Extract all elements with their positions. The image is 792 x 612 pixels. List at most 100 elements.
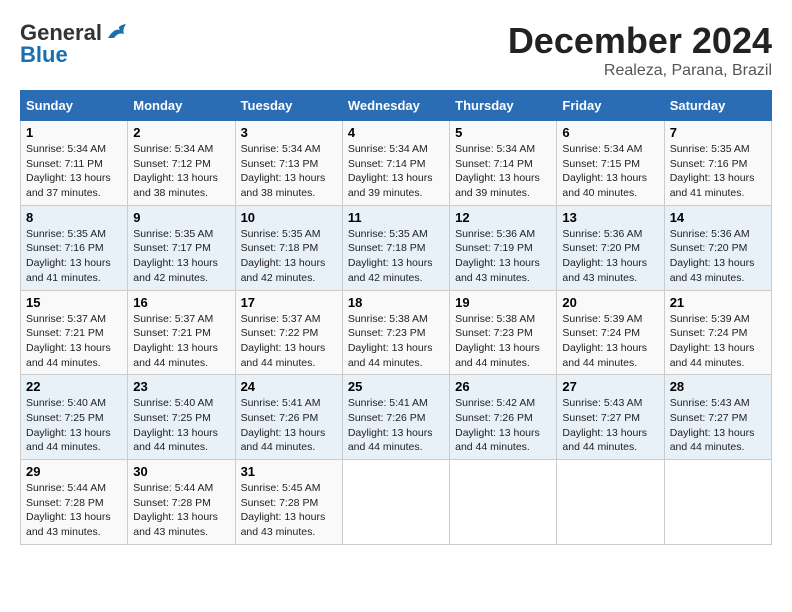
day-number: 19 [455,295,551,310]
table-row: 22 Sunrise: 5:40 AM Sunset: 7:25 PM Dayli… [21,375,128,460]
day-info: Sunrise: 5:40 AM Sunset: 7:25 PM Dayligh… [133,396,229,455]
table-row: 2Sunrise: 5:34 AM Sunset: 7:12 PM Daylig… [128,121,235,206]
column-header-friday: Friday [557,91,664,121]
day-number: 12 [455,210,551,225]
table-row: 15 Sunrise: 5:37 AM Sunset: 7:21 PM Dayli… [21,290,128,375]
day-number: 3 [241,125,337,140]
table-row: 30Sunrise: 5:44 AM Sunset: 7:28 PM Dayli… [128,460,235,545]
day-info: Sunrise: 5:36 AM Sunset: 7:20 PM Dayligh… [670,227,766,286]
location: Realeza, Parana, Brazil [508,62,772,80]
table-row [557,460,664,545]
table-row: 24 Sunrise: 5:41 AM Sunset: 7:26 PM Dayli… [235,375,342,460]
day-info: Sunrise: 5:44 AM Sunset: 7:28 PM Dayligh… [26,481,122,540]
day-number: 25 [348,379,444,394]
day-number: 23 [133,379,229,394]
column-header-monday: Monday [128,91,235,121]
day-info: Sunrise: 5:42 AM Sunset: 7:26 PM Dayligh… [455,396,551,455]
table-row: 8 Sunrise: 5:35 AM Sunset: 7:16 PM Daylig… [21,205,128,290]
day-info: Sunrise: 5:35 AM Sunset: 7:16 PM Dayligh… [26,227,122,286]
day-number: 9 [133,210,229,225]
day-info: Sunrise: 5:38 AM Sunset: 7:23 PM Dayligh… [348,312,444,371]
table-row: 3 Sunrise: 5:34 AM Sunset: 7:13 PM Daylig… [235,121,342,206]
day-info: Sunrise: 5:43 AM Sunset: 7:27 PM Dayligh… [562,396,658,455]
table-row: 13 Sunrise: 5:36 AM Sunset: 7:20 PM Dayli… [557,205,664,290]
column-header-thursday: Thursday [450,91,557,121]
week-row-1: 1 Sunrise: 5:34 AM Sunset: 7:11 PM Daylig… [21,121,772,206]
week-row-4: 22 Sunrise: 5:40 AM Sunset: 7:25 PM Dayli… [21,375,772,460]
table-row: 23 Sunrise: 5:40 AM Sunset: 7:25 PM Dayli… [128,375,235,460]
day-number: 1 [26,125,122,140]
header-row: SundayMondayTuesdayWednesdayThursdayFrid… [21,91,772,121]
day-number: 7 [670,125,766,140]
day-number: 4 [348,125,444,140]
day-info: Sunrise: 5:39 AM Sunset: 7:24 PM Dayligh… [562,312,658,371]
column-header-tuesday: Tuesday [235,91,342,121]
table-row [342,460,449,545]
month-title: December 2024 [508,20,772,62]
table-row: 29Sunrise: 5:44 AM Sunset: 7:28 PM Dayli… [21,460,128,545]
table-row: 4 Sunrise: 5:34 AM Sunset: 7:14 PM Daylig… [342,121,449,206]
table-row: 28 Sunrise: 5:43 AM Sunset: 7:27 PM Dayli… [664,375,771,460]
day-info: Sunrise: 5:34 AM Sunset: 7:14 PM Dayligh… [348,142,444,201]
table-row: 31 Sunrise: 5:45 AM Sunset: 7:28 PM Dayli… [235,460,342,545]
table-row: 17 Sunrise: 5:37 AM Sunset: 7:22 PM Dayli… [235,290,342,375]
calendar-table: SundayMondayTuesdayWednesdayThursdayFrid… [20,90,772,545]
day-info: Sunrise: 5:40 AM Sunset: 7:25 PM Dayligh… [26,396,122,455]
day-info: Sunrise: 5:41 AM Sunset: 7:26 PM Dayligh… [241,396,337,455]
day-number: 22 [26,379,122,394]
page-header: General Blue December 2024 Realeza, Para… [20,20,772,80]
table-row: 16Sunrise: 5:37 AM Sunset: 7:21 PM Dayli… [128,290,235,375]
day-number: 10 [241,210,337,225]
day-number: 24 [241,379,337,394]
table-row: 21 Sunrise: 5:39 AM Sunset: 7:24 PM Dayli… [664,290,771,375]
day-number: 8 [26,210,122,225]
day-number: 17 [241,295,337,310]
table-row: 25 Sunrise: 5:41 AM Sunset: 7:26 PM Dayli… [342,375,449,460]
day-info: Sunrise: 5:41 AM Sunset: 7:26 PM Dayligh… [348,396,444,455]
day-number: 6 [562,125,658,140]
table-row [450,460,557,545]
week-row-3: 15 Sunrise: 5:37 AM Sunset: 7:21 PM Dayli… [21,290,772,375]
day-number: 18 [348,295,444,310]
title-block: December 2024 Realeza, Parana, Brazil [508,20,772,80]
table-row: 6 Sunrise: 5:34 AM Sunset: 7:15 PM Daylig… [557,121,664,206]
day-info: Sunrise: 5:34 AM Sunset: 7:11 PM Dayligh… [26,142,122,201]
day-info: Sunrise: 5:34 AM Sunset: 7:13 PM Dayligh… [241,142,337,201]
table-row: 5Sunrise: 5:34 AM Sunset: 7:14 PM Daylig… [450,121,557,206]
day-info: Sunrise: 5:45 AM Sunset: 7:28 PM Dayligh… [241,481,337,540]
day-info: Sunrise: 5:34 AM Sunset: 7:12 PM Dayligh… [133,142,229,201]
table-row: 19 Sunrise: 5:38 AM Sunset: 7:23 PM Dayli… [450,290,557,375]
day-number: 21 [670,295,766,310]
table-row: 14 Sunrise: 5:36 AM Sunset: 7:20 PM Dayli… [664,205,771,290]
day-number: 14 [670,210,766,225]
table-row: 18 Sunrise: 5:38 AM Sunset: 7:23 PM Dayli… [342,290,449,375]
logo-blue: Blue [20,42,68,68]
logo-bird-icon [106,24,128,42]
day-number: 5 [455,125,551,140]
day-info: Sunrise: 5:39 AM Sunset: 7:24 PM Dayligh… [670,312,766,371]
column-header-saturday: Saturday [664,91,771,121]
day-number: 16 [133,295,229,310]
day-info: Sunrise: 5:35 AM Sunset: 7:17 PM Dayligh… [133,227,229,286]
day-info: Sunrise: 5:37 AM Sunset: 7:21 PM Dayligh… [26,312,122,371]
day-info: Sunrise: 5:35 AM Sunset: 7:18 PM Dayligh… [348,227,444,286]
day-info: Sunrise: 5:38 AM Sunset: 7:23 PM Dayligh… [455,312,551,371]
day-number: 31 [241,464,337,479]
day-number: 15 [26,295,122,310]
day-info: Sunrise: 5:36 AM Sunset: 7:20 PM Dayligh… [562,227,658,286]
table-row: 10 Sunrise: 5:35 AM Sunset: 7:18 PM Dayli… [235,205,342,290]
table-row [664,460,771,545]
table-row: 20Sunrise: 5:39 AM Sunset: 7:24 PM Dayli… [557,290,664,375]
table-row: 12Sunrise: 5:36 AM Sunset: 7:19 PM Dayli… [450,205,557,290]
day-number: 13 [562,210,658,225]
day-info: Sunrise: 5:37 AM Sunset: 7:22 PM Dayligh… [241,312,337,371]
day-number: 11 [348,210,444,225]
logo: General Blue [20,20,128,68]
day-info: Sunrise: 5:35 AM Sunset: 7:18 PM Dayligh… [241,227,337,286]
day-info: Sunrise: 5:34 AM Sunset: 7:15 PM Dayligh… [562,142,658,201]
week-row-5: 29Sunrise: 5:44 AM Sunset: 7:28 PM Dayli… [21,460,772,545]
day-number: 26 [455,379,551,394]
day-info: Sunrise: 5:43 AM Sunset: 7:27 PM Dayligh… [670,396,766,455]
day-number: 28 [670,379,766,394]
table-row: 26 Sunrise: 5:42 AM Sunset: 7:26 PM Dayli… [450,375,557,460]
